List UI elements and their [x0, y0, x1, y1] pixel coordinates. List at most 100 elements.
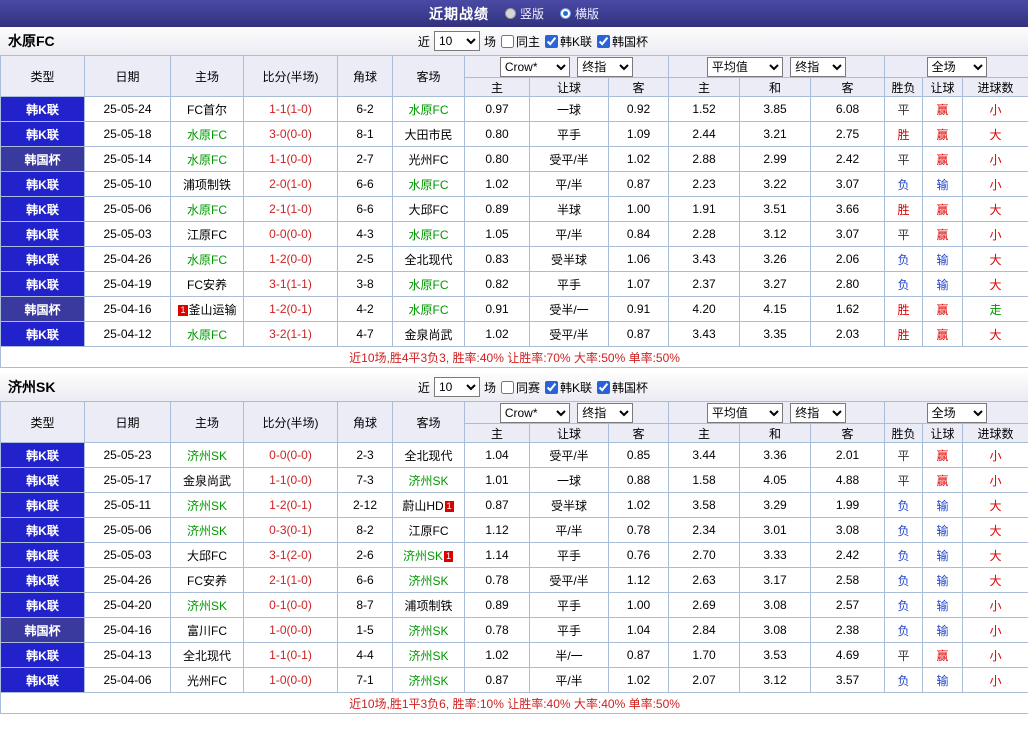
- league-filter-checkbox[interactable]: [545, 381, 558, 394]
- competition-cell: 韩K联: [1, 518, 85, 543]
- average-select[interactable]: 平均值: [707, 57, 783, 77]
- avg-home-cell: 2.63: [669, 568, 740, 593]
- league-filter[interactable]: 韩K联: [544, 33, 592, 50]
- handicap-cell: 受半球: [530, 247, 609, 272]
- handicap-cell: 半/一: [530, 643, 609, 668]
- layout-mode-horizontal[interactable]: 横版: [560, 5, 599, 22]
- home-team-cell: 浦项制铁: [171, 172, 244, 197]
- home-team-cell: 水原FC: [171, 322, 244, 347]
- cup-filter[interactable]: 韩国杯: [596, 379, 648, 396]
- avg-home-cell: 3.43: [669, 247, 740, 272]
- handicap-result-cell: 赢: [923, 443, 963, 468]
- odds-home-cell: 0.83: [465, 247, 530, 272]
- date-cell: 25-05-11: [85, 493, 171, 518]
- match-row: 韩K联25-05-03大邱FC3-1(2-0)2-6济州SK11.14平手0.7…: [1, 543, 1028, 568]
- odds-stage-select[interactable]: 终指: [577, 57, 633, 77]
- fulltime-select[interactable]: 全场: [927, 403, 987, 423]
- goals-result-cell: 走: [963, 297, 1028, 322]
- col-header-outcome: 胜负: [885, 424, 923, 443]
- handicap-result-cell: 输: [923, 518, 963, 543]
- avg-home-cell: 3.44: [669, 443, 740, 468]
- odds-home-cell: 0.78: [465, 618, 530, 643]
- away-team-cell: 水原FC: [393, 97, 465, 122]
- team-label: 蔚山HD: [402, 499, 443, 513]
- odds-away-cell: 0.91: [609, 297, 669, 322]
- odds-stage-select[interactable]: 终指: [577, 403, 633, 423]
- avg-draw-cell: 3.85: [740, 97, 811, 122]
- same-filter[interactable]: 同主: [500, 33, 540, 50]
- same-filter-checkbox[interactable]: [501, 35, 514, 48]
- handicap-result-cell: 输: [923, 247, 963, 272]
- score-cell: 1-0(0-0): [244, 618, 338, 643]
- odds-home-cell: 1.02: [465, 322, 530, 347]
- team-label: 江原FC: [409, 524, 449, 538]
- team-label: 大田市民: [404, 128, 452, 142]
- away-team-cell: 济州SK: [393, 618, 465, 643]
- col-header-score: 比分(半场): [244, 402, 338, 443]
- league-filter-checkbox[interactable]: [545, 35, 558, 48]
- avg-home-cell: 1.58: [669, 468, 740, 493]
- handicap-result-cell: 赢: [923, 147, 963, 172]
- date-cell: 25-04-13: [85, 643, 171, 668]
- results-body: 韩K联25-05-24FC首尔1-1(1-0)6-2水原FC0.97一球0.92…: [1, 97, 1028, 347]
- same-filter[interactable]: 同赛: [500, 379, 540, 396]
- match-row: 韩K联25-04-19FC安养3-1(1-1)3-8水原FC0.82平手1.07…: [1, 272, 1028, 297]
- team-label: 济州SK: [403, 549, 443, 563]
- away-team-cell: 水原FC: [393, 172, 465, 197]
- team-label: 全北现代: [404, 253, 452, 267]
- date-cell: 25-05-24: [85, 97, 171, 122]
- goals-result-cell: 大: [963, 493, 1028, 518]
- league-filter[interactable]: 韩K联: [544, 379, 592, 396]
- same-filter-checkbox[interactable]: [501, 381, 514, 394]
- cup-filter-checkbox[interactable]: [597, 381, 610, 394]
- games-label: 场: [484, 379, 496, 396]
- team-label: 济州SK: [408, 474, 448, 488]
- team-label: 水原FC: [187, 203, 227, 217]
- avg-away-cell: 2.80: [811, 272, 885, 297]
- handicap-cell: 平手: [530, 272, 609, 297]
- score-cell: 0-0(0-0): [244, 222, 338, 247]
- fulltime-select[interactable]: 全场: [927, 57, 987, 77]
- outcome-cell: 负: [885, 493, 923, 518]
- team-label: FC安养: [187, 574, 227, 588]
- avg-home-cell: 2.23: [669, 172, 740, 197]
- filter-controls: 近 10 场 同主 韩K联 韩国杯: [418, 31, 648, 51]
- average-select[interactable]: 平均值: [707, 403, 783, 423]
- team-label: 光州FC: [409, 153, 449, 167]
- euro-stage-select[interactable]: 终指: [790, 403, 846, 423]
- avg-home-cell: 2.84: [669, 618, 740, 643]
- euro-stage-select[interactable]: 终指: [790, 57, 846, 77]
- away-team-cell: 蔚山HD1: [393, 493, 465, 518]
- match-row: 韩K联25-04-20济州SK0-1(0-0)8-7浦项制铁0.89平手1.00…: [1, 593, 1028, 618]
- odds-home-cell: 1.05: [465, 222, 530, 247]
- score-cell: 3-2(1-1): [244, 322, 338, 347]
- away-team-cell: 光州FC: [393, 147, 465, 172]
- date-cell: 25-05-06: [85, 518, 171, 543]
- match-count-select[interactable]: 10: [434, 31, 480, 51]
- score-cell: 1-1(0-0): [244, 468, 338, 493]
- corner-cell: 8-7: [338, 593, 393, 618]
- goals-result-cell: 小: [963, 97, 1028, 122]
- odds-away-cell: 1.09: [609, 122, 669, 147]
- team-label: 全北现代: [183, 649, 231, 663]
- goals-result-cell: 大: [963, 518, 1028, 543]
- match-row: 韩K联25-05-18水原FC3-0(0-0)8-1大田市民0.80平手1.09…: [1, 122, 1028, 147]
- goals-result-cell: 大: [963, 122, 1028, 147]
- cup-filter-checkbox[interactable]: [597, 35, 610, 48]
- match-count-select[interactable]: 10: [434, 377, 480, 397]
- goals-result-cell: 大: [963, 543, 1028, 568]
- col-header-date: 日期: [85, 56, 171, 97]
- avg-draw-cell: 4.05: [740, 468, 811, 493]
- near-label: 近: [418, 379, 430, 396]
- match-row: 韩K联25-05-11济州SK1-2(0-1)2-12蔚山HD10.87受半球1…: [1, 493, 1028, 518]
- team-label: 济州SK: [187, 524, 227, 538]
- odds-away-cell: 0.87: [609, 643, 669, 668]
- bookmaker-select[interactable]: Crow*: [500, 403, 570, 423]
- home-team-cell: 大邱FC: [171, 543, 244, 568]
- date-cell: 25-04-26: [85, 568, 171, 593]
- bookmaker-select[interactable]: Crow*: [500, 57, 570, 77]
- outcome-cell: 负: [885, 543, 923, 568]
- same-filter-label: 同赛: [516, 379, 540, 396]
- layout-mode-vertical[interactable]: 竖版: [505, 5, 544, 22]
- cup-filter[interactable]: 韩国杯: [596, 33, 648, 50]
